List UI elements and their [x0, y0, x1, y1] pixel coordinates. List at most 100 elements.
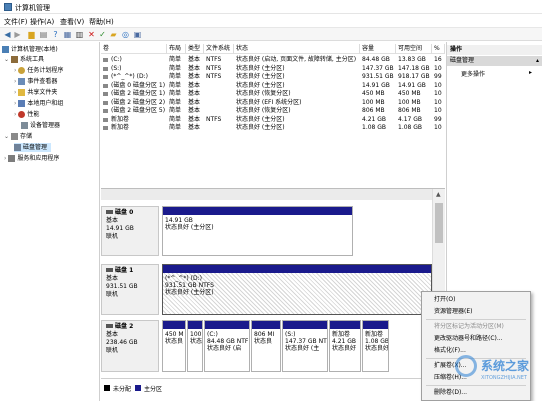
- table-cell: 806 MB: [362, 107, 385, 114]
- tree-item-services-applications[interactable]: › 服务和应用程序: [4, 154, 59, 163]
- back-icon[interactable]: ◀: [3, 30, 12, 39]
- volume-icon: [103, 83, 108, 88]
- checkmark-icon[interactable]: ✓: [98, 30, 107, 39]
- partition[interactable]: (C:) 84.48 GB NTF 状态良好 (启: [204, 320, 250, 372]
- partition[interactable]: 100 M状态良: [187, 320, 203, 372]
- table-cell: 147.18 GB: [398, 64, 430, 72]
- tree-item-performance[interactable]: › 性能: [14, 110, 39, 119]
- search-icon[interactable]: ◎: [121, 30, 130, 39]
- table-row[interactable]: (磁盘 2 磁盘分区 1) 简单 基本 状态良好 (恢复分区) 450 MB 450 MB…: [101, 90, 445, 98]
- table-cell: 状态良好 (主分区): [236, 115, 285, 123]
- context-menu-item[interactable]: 将分区标记为活动分区(M): [434, 322, 504, 331]
- column-header-status[interactable]: 状态: [234, 44, 360, 54]
- more-actions-link[interactable]: 更多操作 ▸: [461, 69, 532, 78]
- collapse-arrow-icon[interactable]: ⌄: [4, 56, 11, 63]
- table-cell: 状态良好 (主分区): [236, 124, 285, 131]
- device-manager-icon: [21, 122, 28, 129]
- disk-0-label[interactable]: 磁盘 0 基本 14.91 GB 联机: [101, 206, 159, 256]
- scrollbar-thumb[interactable]: [435, 203, 443, 243]
- list-icon[interactable]: ▦: [63, 30, 72, 39]
- table-cell: 简单: [169, 115, 182, 123]
- tools-icon: [10, 56, 18, 63]
- tree-item-disk-management[interactable]: 磁盘管理: [14, 143, 52, 152]
- tree-item-device-manager[interactable]: 设备管理器: [21, 121, 60, 130]
- watermark-text: 系统之家: [481, 359, 530, 373]
- table-row[interactable]: (*^_^*) (D:) 简单 基本 NTFS 状态良好 (主分区) 931.51 GB 9…: [101, 73, 445, 81]
- table-cell: 状态良好 (主分区): [236, 73, 285, 80]
- table-row[interactable]: (磁盘 2 磁盘分区 2) 简单 基本 状态良好 (EFI 系统分区) 100 MB 10…: [101, 99, 445, 107]
- table-cell: NTFS: [206, 73, 222, 80]
- context-menu-item[interactable]: 资源管理器(E): [434, 307, 472, 316]
- storage-icon: [10, 133, 18, 140]
- column-header-percent[interactable]: %: [432, 44, 445, 54]
- table-row[interactable]: (磁盘 2 磁盘分区 5) 简单 基本 状态良好 (恢复分区) 806 MB 806 MB…: [101, 107, 445, 115]
- menu-view[interactable]: 查看(V): [60, 17, 84, 27]
- window-title: 计算机管理: [15, 4, 50, 12]
- partition[interactable]: 450 M 状态良: [162, 320, 186, 372]
- table-cell: 100 MB: [362, 98, 385, 106]
- menu-file[interactable]: 文件(F): [4, 17, 28, 27]
- table-cell: 14.91 GB: [398, 81, 426, 89]
- collapse-up-icon[interactable]: ▴: [536, 56, 539, 66]
- table-cell: (磁盘 2 磁盘分区 1): [111, 90, 166, 97]
- column-header-free-space[interactable]: 可用空间: [396, 44, 432, 54]
- tree-item-shared-folders[interactable]: › 共享文件夹: [14, 88, 57, 97]
- up-folder-icon[interactable]: ▆: [27, 30, 36, 39]
- disk-icon: [106, 210, 113, 214]
- tree-item-system-tools[interactable]: ⌄ 系统工具: [4, 55, 44, 64]
- actions-section-disk-management[interactable]: 磁盘管理 ▴: [447, 56, 542, 66]
- delete-icon[interactable]: ✕: [87, 30, 96, 39]
- column-header-layout[interactable]: 布局: [167, 44, 186, 54]
- table-cell: 99: [434, 73, 442, 80]
- table-cell: 新加卷: [111, 115, 130, 123]
- disk-2-label[interactable]: 磁盘 2 基本 238.46 GB 联机: [101, 320, 159, 372]
- context-menu-item[interactable]: 更改驱动器号和路径(C)...: [434, 334, 503, 343]
- partition[interactable]: 14.91 GB 状态良好 (主分区): [162, 206, 353, 256]
- table-row[interactable]: (S:) 简单 基本 NTFS 状态良好 (主分区) 147.37 GB 147.18 GB…: [101, 65, 445, 73]
- open-folder-icon[interactable]: ▰: [109, 30, 118, 39]
- collapse-arrow-icon[interactable]: ⌄: [4, 133, 11, 140]
- properties-icon[interactable]: ▤: [39, 30, 48, 39]
- table-cell: 基本: [188, 64, 201, 72]
- partition[interactable]: (S:) 147.37 GB NT 状态良好 (主: [282, 320, 328, 372]
- column-header-volume[interactable]: 卷: [101, 44, 167, 54]
- tree-item-event-viewer[interactable]: › 事件查看器: [14, 77, 57, 86]
- table-row[interactable]: (C:) 简单 基本 NTFS 状态良好 (启动, 页面文件, 故障转储, 主分区) 84…: [101, 56, 445, 64]
- table-cell: 状态良好 (恢复分区): [236, 90, 291, 97]
- scroll-up-icon[interactable]: ▲: [436, 191, 441, 198]
- partition-selected[interactable]: (*^_^*) (D:) 931.51 GB NTFS 状态良好 (主分区): [162, 264, 432, 315]
- table-row[interactable]: 新加卷 简单 基本 NTFS 状态良好 (主分区) 4.21 GB 4.17 GB 99: [101, 116, 445, 124]
- view-icon[interactable]: ▥: [75, 30, 84, 39]
- table-row[interactable]: (磁盘 0 磁盘分区 1) 简单 基本 状态良好 (主分区) 14.91 GB 14.91…: [101, 82, 445, 90]
- column-header-filesystem[interactable]: 文件系统: [204, 44, 234, 54]
- menu-help[interactable]: 帮助(H): [89, 17, 114, 27]
- context-menu-item[interactable]: 打开(O): [434, 295, 455, 304]
- clock-icon: [18, 67, 26, 74]
- table-cell: 基本: [188, 115, 201, 123]
- menu-action[interactable]: 操作(A): [30, 17, 54, 27]
- column-header-type[interactable]: 类型: [186, 44, 204, 54]
- volume-icon: [103, 117, 108, 122]
- disk-1-label[interactable]: 磁盘 1 基本 931.51 GB 联机: [101, 264, 159, 315]
- pane-divider[interactable]: [101, 189, 432, 200]
- refresh-icon[interactable]: ▣: [133, 30, 142, 39]
- legend-primary: 主分区: [144, 386, 163, 393]
- toolbar: ◀ ▶ ▆ ▤ ? ▦ ▥ ✕ ✓ ▰ ◎ ▣: [0, 27, 542, 41]
- column-header-capacity[interactable]: 容量: [360, 44, 396, 54]
- forward-icon[interactable]: ▶: [13, 30, 22, 39]
- tree-item-task-scheduler[interactable]: › 任务计划程序: [14, 66, 63, 75]
- watermark: 系统之家 XITONGZHIJIA.NET: [455, 353, 542, 393]
- table-row[interactable]: 新加卷 简单 基本 状态良好 (主分区) 1.08 GB 1.08 GB 10: [101, 124, 445, 132]
- disk-graphical-view: 磁盘 0 基本 14.91 GB 联机 14.91 GB 状态良好 (主分区) 磁…: [101, 200, 432, 378]
- partition[interactable]: 806 MI 状态良: [251, 320, 281, 372]
- table-cell: 10: [434, 124, 442, 131]
- performance-icon: [18, 111, 26, 118]
- table-cell: 10: [434, 81, 442, 89]
- partition[interactable]: 新加卷 1.08 GB 状态良好: [362, 320, 389, 372]
- tree-item-computer-management[interactable]: 计算机管理(本地): [2, 45, 58, 54]
- volume-icon: [103, 66, 108, 71]
- help-icon[interactable]: ?: [51, 30, 60, 39]
- tree-item-local-users[interactable]: › 本地用户和组: [14, 99, 63, 108]
- partition[interactable]: 新加卷 4.21 GB 状态良好: [329, 320, 361, 372]
- tree-item-storage[interactable]: ⌄ 存储: [4, 132, 32, 141]
